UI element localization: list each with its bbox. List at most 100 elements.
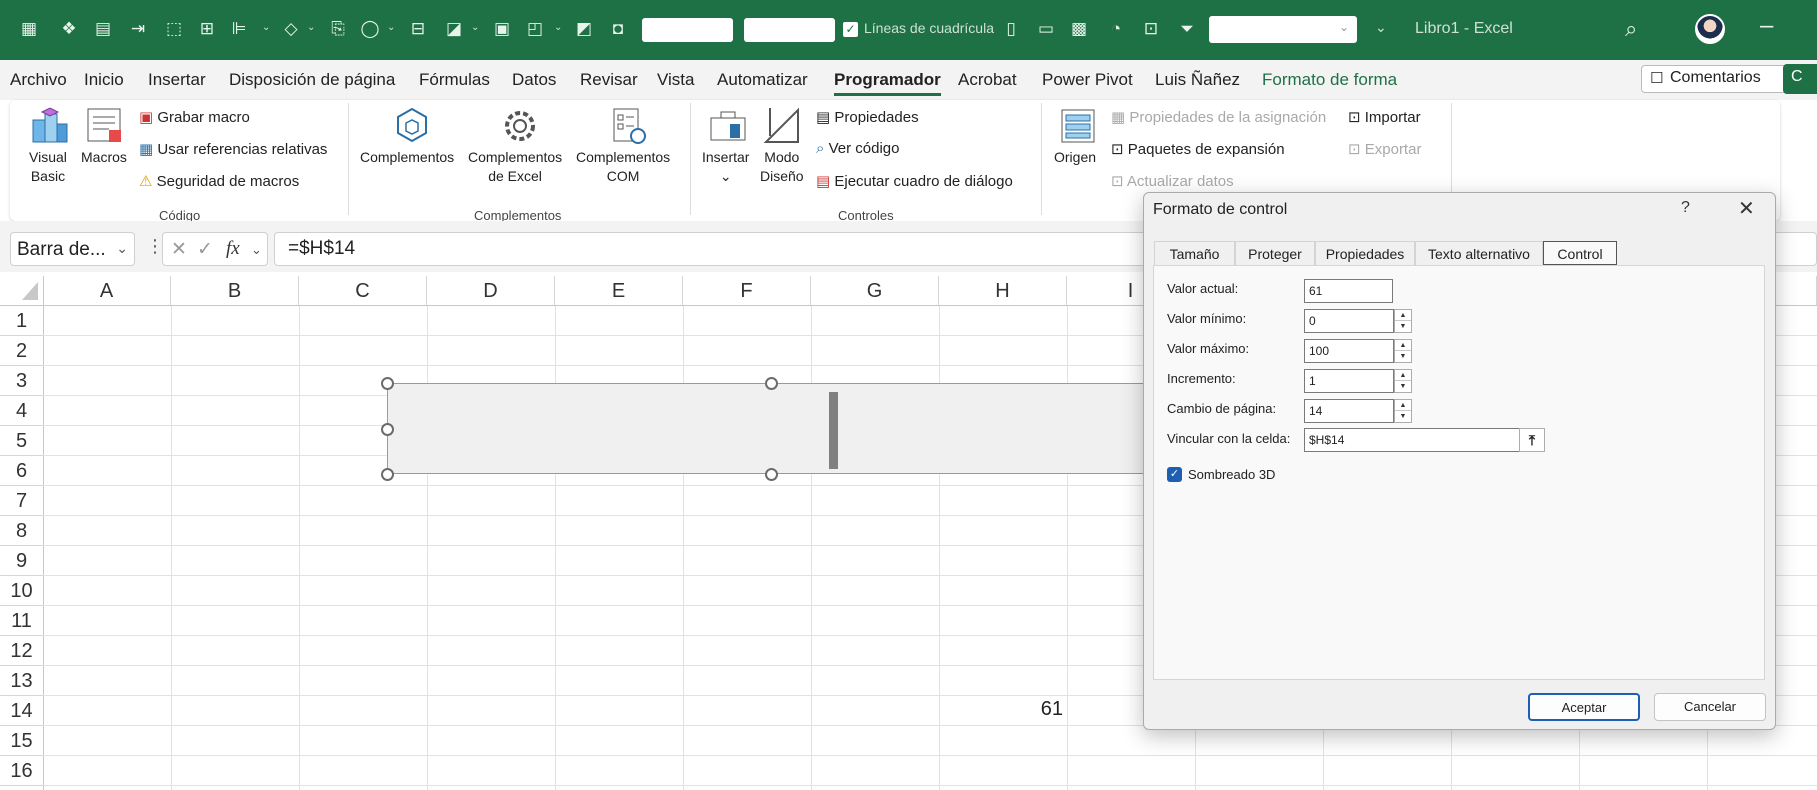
row-header[interactable]: 9: [0, 546, 43, 576]
actualizar-datos-button[interactable]: ⊡ Actualizar datos: [1111, 172, 1234, 190]
exportar-button[interactable]: ⊡ Exportar: [1348, 140, 1421, 158]
insertar-control-button[interactable]: Insertar ⌄: [702, 148, 749, 186]
row-header[interactable]: 2: [0, 336, 43, 366]
cambio-pagina-input[interactable]: 14: [1304, 399, 1394, 423]
row-header[interactable]: 11: [0, 606, 43, 636]
macros-icon[interactable]: [85, 106, 125, 146]
tab-control[interactable]: Control: [1543, 241, 1617, 265]
incremento-stepper[interactable]: ▲ ▼: [1394, 369, 1412, 393]
spin-down-icon[interactable]: ▼: [1395, 321, 1411, 332]
valor-minimo-input[interactable]: 0: [1304, 309, 1394, 333]
python-icon[interactable]: ❖: [58, 18, 80, 40]
help-button[interactable]: ?: [1681, 199, 1690, 217]
resize-handle[interactable]: [765, 377, 778, 390]
ver-codigo-button[interactable]: ⌕ Ver código: [816, 140, 899, 157]
tab-datos[interactable]: Datos: [512, 70, 556, 90]
chevron-down-icon[interactable]: ⌄: [251, 242, 262, 258]
cancelar-button[interactable]: Cancelar: [1654, 693, 1766, 721]
complementos-label[interactable]: Complementos: [360, 148, 454, 167]
scrollbar-thumb[interactable]: [829, 392, 838, 469]
avatar[interactable]: [1695, 14, 1725, 44]
row-header[interactable]: 10: [0, 576, 43, 606]
row-header[interactable]: 12: [0, 636, 43, 666]
camera-icon[interactable]: ◘: [607, 18, 629, 40]
column-header[interactable]: F: [683, 276, 811, 306]
visual-basic-label[interactable]: Visual Basic: [29, 148, 67, 186]
gridlines-checkbox[interactable]: ✓: [843, 22, 858, 37]
chart-icon[interactable]: ◩: [573, 18, 595, 40]
chevron-down-icon[interactable]: ⌄: [116, 240, 128, 257]
row-header[interactable]: 5: [0, 426, 43, 456]
modo-diseno-button[interactable]: Modo Diseño: [760, 148, 804, 186]
complementos-icon[interactable]: [392, 106, 432, 146]
valor-minimo-stepper[interactable]: ▲ ▼: [1394, 309, 1412, 333]
grid-icon[interactable]: ▩: [1068, 18, 1090, 40]
format-icon[interactable]: ⊟: [407, 18, 429, 40]
tab-propiedades[interactable]: Propiedades: [1315, 241, 1415, 265]
tab-luis-nanez[interactable]: Luis Ñañez: [1155, 70, 1240, 90]
spin-up-icon[interactable]: ▲: [1395, 340, 1411, 351]
move-icon[interactable]: ⇥: [127, 18, 149, 40]
row-header[interactable]: 16: [0, 756, 43, 786]
cell-h14[interactable]: 61: [1025, 698, 1063, 721]
tab-inicio[interactable]: Inicio: [84, 70, 124, 90]
close-icon[interactable]: ✕: [1738, 196, 1755, 221]
visual-basic-icon[interactable]: [30, 106, 70, 146]
row-header[interactable]: 1: [0, 306, 43, 336]
sombreado-3d-checkbox[interactable]: ✓: [1167, 467, 1182, 482]
chevron-down-icon[interactable]: ⌄: [471, 22, 479, 33]
column-header[interactable]: G: [811, 276, 939, 306]
shape-fill-icon[interactable]: ◇: [280, 18, 302, 40]
minimize-icon[interactable]: –: [1760, 12, 1773, 40]
vincular-celda-input[interactable]: $H$14: [1304, 428, 1520, 452]
cambio-pagina-stepper[interactable]: ▲ ▼: [1394, 399, 1412, 423]
tab-formulas[interactable]: Fórmulas: [419, 70, 490, 90]
comments-button[interactable]: ☐ Comentarios: [1641, 65, 1802, 93]
seguridad-macros-button[interactable]: ⚠ Seguridad de macros: [139, 172, 299, 190]
column-header[interactable]: H: [939, 276, 1067, 306]
cancel-formula-icon[interactable]: ✕: [171, 238, 187, 261]
select-icon[interactable]: ⬚: [163, 18, 185, 40]
scrollbar-control[interactable]: [387, 383, 1147, 474]
origen-button[interactable]: Origen: [1054, 148, 1096, 167]
customize-toolbar-icon[interactable]: ⌄: [1375, 19, 1387, 36]
tab-tamano[interactable]: Tamaño: [1154, 241, 1235, 265]
column-header[interactable]: E: [555, 276, 683, 306]
quick-access-box-1[interactable]: [642, 18, 733, 42]
macros-label[interactable]: Macros: [81, 148, 127, 167]
tab-automatizar[interactable]: Automatizar: [717, 70, 808, 90]
tab-texto-alternativo[interactable]: Texto alternativo: [1415, 241, 1543, 265]
chevron-down-icon[interactable]: ⌄: [262, 22, 270, 33]
arrange-icon[interactable]: ⊞: [196, 18, 218, 40]
spin-up-icon[interactable]: ▲: [1395, 370, 1411, 381]
resize-handle[interactable]: [381, 468, 394, 481]
filter-icon[interactable]: ⏷: [1176, 18, 1198, 40]
row-header[interactable]: 15: [0, 726, 43, 756]
excel-icon[interactable]: ▦: [18, 18, 40, 40]
name-box[interactable]: Barra de... ⌄: [10, 232, 135, 266]
xml-source-icon[interactable]: [1058, 106, 1098, 146]
share-button[interactable]: C: [1783, 64, 1817, 94]
tab-proteger[interactable]: Proteger: [1235, 241, 1315, 265]
row-header[interactable]: 7: [0, 486, 43, 516]
tab-programador[interactable]: Programador: [834, 70, 941, 96]
edit-shape-icon[interactable]: ⎘: [327, 18, 349, 40]
row-header[interactable]: 6: [0, 456, 43, 486]
complementos-com-label[interactable]: Complementos COM: [576, 148, 670, 186]
chevron-down-icon[interactable]: ⌄: [387, 22, 395, 33]
valor-actual-input[interactable]: 61: [1304, 279, 1393, 303]
confirm-formula-icon[interactable]: ✓: [197, 238, 213, 261]
design-mode-icon[interactable]: [762, 106, 802, 146]
column-header[interactable]: A: [43, 276, 171, 306]
spin-down-icon[interactable]: ▼: [1395, 351, 1411, 362]
row-header[interactable]: 13: [0, 666, 43, 696]
paquetes-expansion-button[interactable]: ⊡ Paquetes de expansión: [1111, 140, 1285, 158]
picture-icon[interactable]: ▣: [491, 18, 513, 40]
incremento-input[interactable]: 1: [1304, 369, 1394, 393]
tab-disposicion[interactable]: Disposición de página: [229, 70, 395, 90]
gear-icon[interactable]: [500, 106, 540, 146]
column-header[interactable]: C: [299, 276, 427, 306]
tab-power-pivot[interactable]: Power Pivot: [1042, 70, 1133, 90]
select-all-icon[interactable]: [20, 280, 40, 302]
valor-maximo-input[interactable]: 100: [1304, 339, 1394, 363]
